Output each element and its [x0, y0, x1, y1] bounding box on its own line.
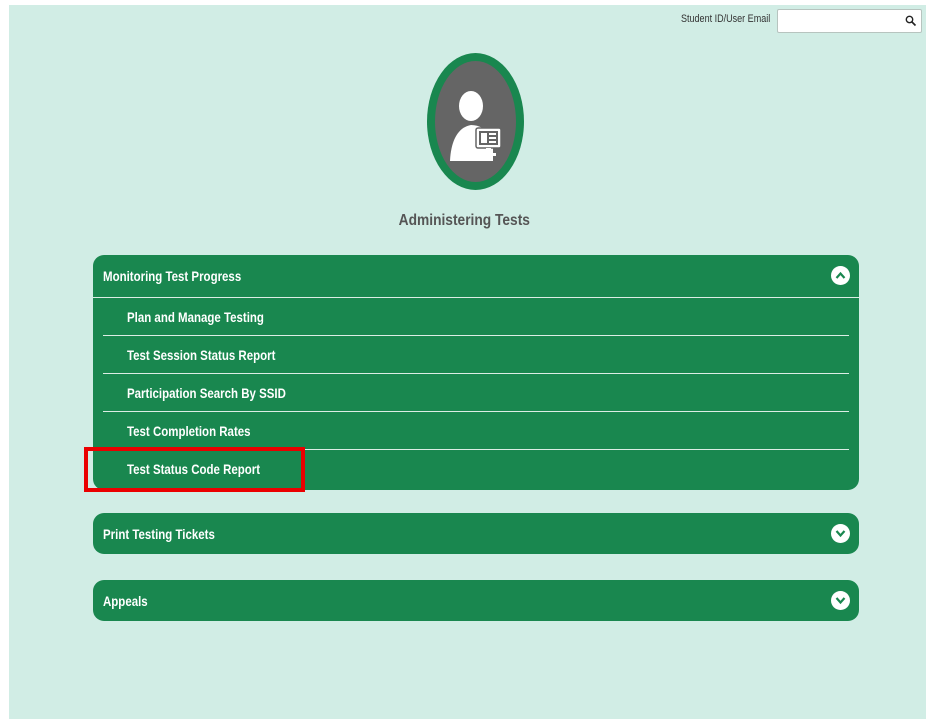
search-icon[interactable]: [904, 14, 918, 28]
section-title: Monitoring Test Progress: [103, 268, 242, 284]
section-header-print-testing-tickets[interactable]: Print Testing Tickets: [93, 513, 859, 554]
menu-item-label: Test Completion Rates: [127, 423, 251, 439]
menu-item-label: Participation Search By SSID: [127, 385, 286, 401]
menu-item-label: Test Session Status Report: [127, 347, 276, 363]
search-label: Student ID/User Email: [681, 13, 771, 25]
section-title: Print Testing Tickets: [103, 526, 215, 542]
chevron-down-icon[interactable]: [831, 524, 850, 543]
chevron-down-icon[interactable]: [831, 591, 850, 610]
section-appeals: Appeals: [93, 580, 859, 621]
menu-item-plan-and-manage-testing[interactable]: Plan and Manage Testing: [103, 298, 849, 336]
menu-item-test-status-code-report[interactable]: Test Status Code Report: [103, 450, 849, 488]
menu-item-label: Plan and Manage Testing: [127, 309, 264, 325]
section-header-monitoring-test-progress[interactable]: Monitoring Test Progress: [93, 255, 859, 298]
user-monitor-icon: [435, 61, 516, 182]
section-header-appeals[interactable]: Appeals: [93, 580, 859, 621]
menu-item-test-completion-rates[interactable]: Test Completion Rates: [103, 412, 849, 450]
section-monitoring-test-progress: Monitoring Test Progress Plan and Manage…: [93, 255, 859, 490]
chevron-up-icon[interactable]: [831, 266, 850, 285]
menu-item-label: Test Status Code Report: [127, 461, 261, 477]
menu-item-participation-search-by-ssid[interactable]: Participation Search By SSID: [103, 374, 849, 412]
menu-item-test-session-status-report[interactable]: Test Session Status Report: [103, 336, 849, 374]
page-title: Administering Tests: [398, 212, 530, 229]
search-field[interactable]: [777, 9, 922, 33]
section-title: Appeals: [103, 593, 148, 609]
administering-tests-logo: [427, 53, 524, 190]
section-print-testing-tickets: Print Testing Tickets: [93, 513, 859, 554]
search-input[interactable]: [780, 12, 906, 32]
